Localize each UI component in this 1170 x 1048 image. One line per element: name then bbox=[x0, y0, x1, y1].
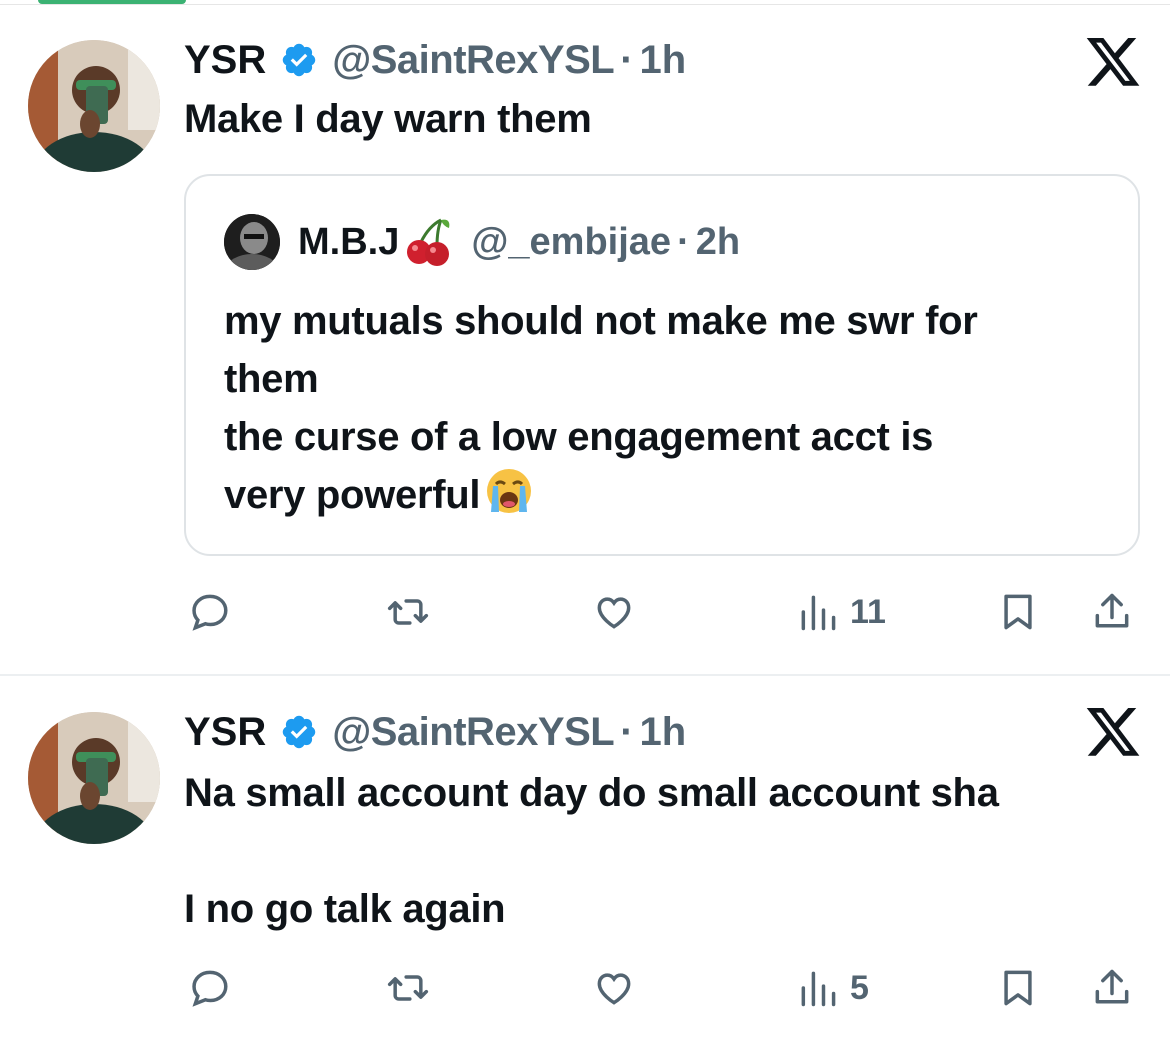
quoted-tweet[interactable]: M.B.J @_embijae · 2h my mutuals should n… bbox=[184, 174, 1140, 556]
share-icon bbox=[1095, 593, 1129, 628]
views-count: 11 bbox=[850, 592, 886, 631]
tweet-actions: 11 bbox=[0, 582, 1170, 642]
retweet-icon bbox=[387, 599, 429, 625]
cherries-icon bbox=[401, 216, 453, 268]
quoted-author-handle[interactable]: @_embijae bbox=[471, 221, 671, 264]
tweet-time[interactable]: 1h bbox=[640, 38, 687, 83]
tweet-header: YSR @SaintRexYSL · 1h bbox=[184, 702, 686, 762]
share-button[interactable] bbox=[1090, 958, 1134, 1018]
separator-dot: · bbox=[677, 220, 690, 263]
tweet-text: Make I day warn them bbox=[184, 97, 592, 141]
quoted-text: my mutuals should not make me swr for th… bbox=[224, 292, 1104, 524]
heart-icon bbox=[597, 973, 631, 1005]
bookmark-button[interactable] bbox=[996, 582, 1040, 642]
x-logo-icon bbox=[1086, 708, 1142, 758]
quoted-line: the curse of a low engagement acct is bbox=[224, 415, 934, 459]
quoted-line: very powerful bbox=[224, 473, 481, 517]
author-handle[interactable]: @SaintRexYSL bbox=[332, 38, 614, 83]
share-icon bbox=[1095, 969, 1129, 1004]
verified-badge-icon bbox=[280, 41, 318, 79]
like-button[interactable] bbox=[592, 958, 636, 1018]
avatar[interactable] bbox=[28, 712, 160, 844]
reply-icon bbox=[192, 970, 228, 1007]
separator-dot: · bbox=[620, 37, 634, 82]
reply-icon bbox=[192, 594, 228, 631]
author-name[interactable]: YSR bbox=[184, 710, 266, 755]
avatar[interactable] bbox=[28, 40, 160, 172]
retweet-button[interactable] bbox=[386, 582, 430, 642]
tweet-1[interactable]: YSR @SaintRexYSL · 1h Make I day warn th… bbox=[0, 0, 1170, 675]
quoted-header: M.B.J @_embijae · 2h bbox=[298, 216, 740, 268]
retweet-icon bbox=[387, 975, 429, 1001]
bookmark-icon bbox=[1004, 970, 1032, 1006]
retweet-button[interactable] bbox=[386, 958, 430, 1018]
bookmark-icon bbox=[1004, 594, 1032, 630]
tweet-2[interactable]: YSR @SaintRexYSL · 1h Na small account d… bbox=[0, 676, 1170, 1048]
quoted-author-name[interactable]: M.B.J bbox=[298, 221, 399, 264]
quoted-line: them bbox=[224, 357, 319, 401]
tweet-actions: 5 bbox=[0, 958, 1170, 1018]
quoted-avatar[interactable] bbox=[224, 214, 280, 270]
verified-badge-icon bbox=[280, 713, 318, 751]
tweet-time[interactable]: 1h bbox=[640, 710, 687, 755]
quoted-line-last: very powerful bbox=[224, 466, 1104, 524]
views-button[interactable]: 11 bbox=[796, 582, 886, 642]
views-count: 5 bbox=[850, 968, 869, 1007]
reply-button[interactable] bbox=[188, 582, 232, 642]
reply-button[interactable] bbox=[188, 958, 232, 1018]
loudly-crying-face-icon bbox=[484, 466, 534, 516]
author-name[interactable]: YSR bbox=[184, 38, 266, 83]
bookmark-button[interactable] bbox=[996, 958, 1040, 1018]
like-button[interactable] bbox=[592, 582, 636, 642]
quoted-time[interactable]: 2h bbox=[696, 221, 740, 264]
separator-dot: · bbox=[620, 709, 634, 754]
analytics-icon bbox=[801, 971, 836, 1007]
share-button[interactable] bbox=[1090, 582, 1134, 642]
x-logo-icon bbox=[1086, 38, 1142, 88]
analytics-icon bbox=[801, 595, 836, 631]
tweet-header: YSR @SaintRexYSL · 1h bbox=[184, 30, 686, 90]
heart-icon bbox=[597, 597, 631, 629]
views-button[interactable]: 5 bbox=[796, 958, 869, 1018]
quoted-line: my mutuals should not make me swr for bbox=[224, 299, 978, 343]
tweet-text: Na small account day do small account sh… bbox=[184, 771, 999, 931]
author-handle[interactable]: @SaintRexYSL bbox=[332, 710, 614, 755]
